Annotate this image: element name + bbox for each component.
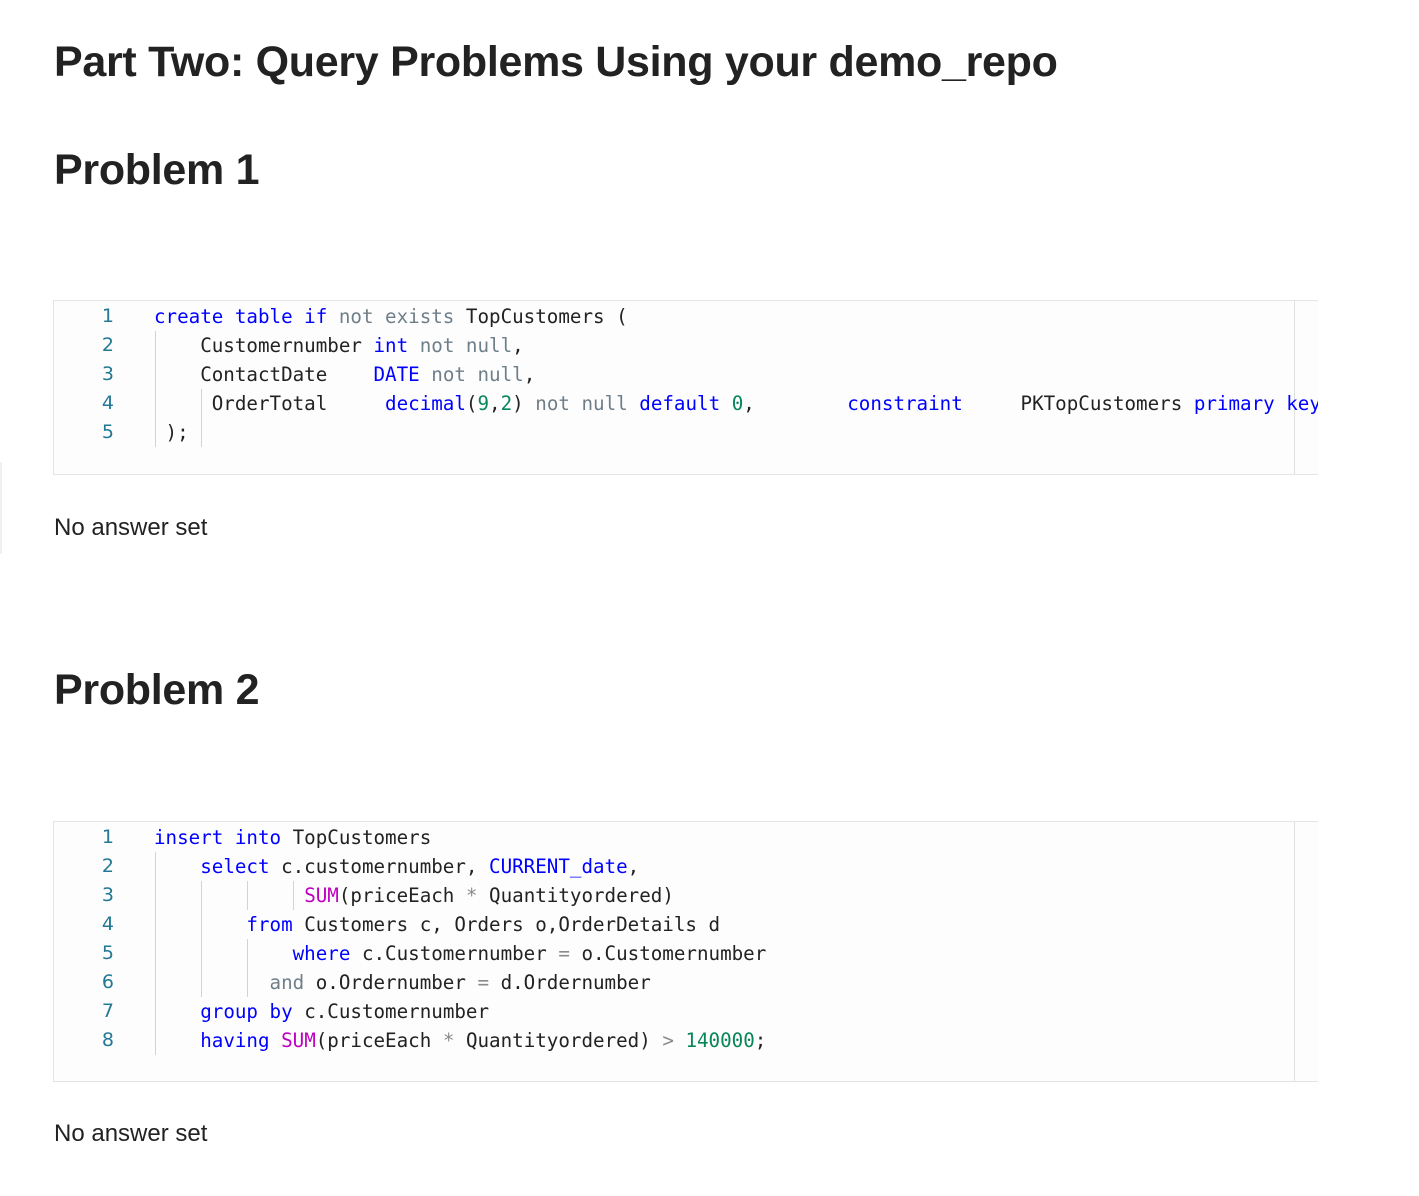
code-text[interactable]: OrderTotal decimal(9,2) not null default… [154, 389, 1318, 418]
code-text[interactable]: having SUM(priceEach * Quantityordered) … [154, 1026, 766, 1055]
indent-guide [155, 939, 156, 968]
line-number: 7 [101, 1000, 114, 1022]
line-number: 6 [101, 971, 114, 993]
indent-guide [247, 968, 248, 997]
indent-guide [201, 968, 202, 997]
indent-guide [155, 997, 156, 1026]
indent-guide [155, 881, 156, 910]
code-text[interactable]: and o.Ordernumber = d.Ordernumber [154, 968, 651, 997]
editor-scrollbar-rule [1294, 822, 1295, 1081]
code-text[interactable]: insert into TopCustomers [154, 823, 431, 852]
line-number: 1 [101, 826, 114, 848]
indent-guide [155, 360, 156, 389]
code-text[interactable]: where c.Customernumber = o.Customernumbe… [154, 939, 767, 968]
code-text[interactable]: group by c.Customernumber [154, 997, 489, 1026]
indent-guide [201, 881, 202, 910]
indent-guide [247, 881, 248, 910]
code-text[interactable]: SUM(priceEach * Quantityordered) [154, 881, 674, 910]
problem-2-heading: Problem 2 [54, 666, 260, 714]
problem-1-answer-status: No answer set [54, 514, 208, 541]
problem-2-code-editor[interactable]: 1 insert into TopCustomers 2 select c.cust… [53, 821, 1318, 1082]
page: Part Two: Query Problems Using your demo… [0, 0, 1419, 1196]
indent-guide [247, 939, 248, 968]
code-text[interactable]: select c.customernumber, CURRENT_date, [154, 852, 639, 881]
code-text[interactable]: Customernumber int not null, [154, 331, 524, 360]
left-edge-marker [0, 462, 2, 554]
indent-guide [155, 1026, 156, 1055]
line-number: 4 [101, 392, 114, 414]
problem-2-answer-status: No answer set [54, 1120, 208, 1147]
line-number: 5 [101, 942, 114, 964]
indent-guide [201, 939, 202, 968]
line-number: 2 [101, 334, 114, 356]
indent-guide [155, 852, 156, 881]
indent-guide [155, 418, 156, 447]
line-number: 1 [101, 305, 114, 327]
line-number: 5 [101, 421, 114, 443]
code-text[interactable]: ContactDate DATE not null, [154, 360, 535, 389]
line-number: 3 [101, 363, 114, 385]
indent-guide [155, 331, 156, 360]
code-text[interactable]: from Customers c, Orders o,OrderDetails … [154, 910, 720, 939]
line-number: 4 [101, 913, 114, 935]
indent-guide [155, 389, 156, 418]
indent-guide [201, 389, 202, 418]
problem-1-heading: Problem 1 [54, 146, 260, 194]
indent-guide [293, 881, 294, 910]
indent-guide [201, 910, 202, 939]
indent-guide [155, 910, 156, 939]
indent-guide [155, 968, 156, 997]
code-text[interactable]: create table if not exists TopCustomers … [154, 302, 628, 331]
page-title: Part Two: Query Problems Using your demo… [54, 38, 1058, 86]
indent-guide [201, 418, 202, 447]
line-number: 8 [101, 1029, 114, 1051]
problem-1-code-editor[interactable]: 1 create table if not exists TopCustomers… [53, 300, 1318, 475]
code-text[interactable]: ); [154, 418, 189, 447]
line-number: 2 [101, 855, 114, 877]
editor-scrollbar-rule [1294, 301, 1295, 474]
line-number: 3 [101, 884, 114, 906]
